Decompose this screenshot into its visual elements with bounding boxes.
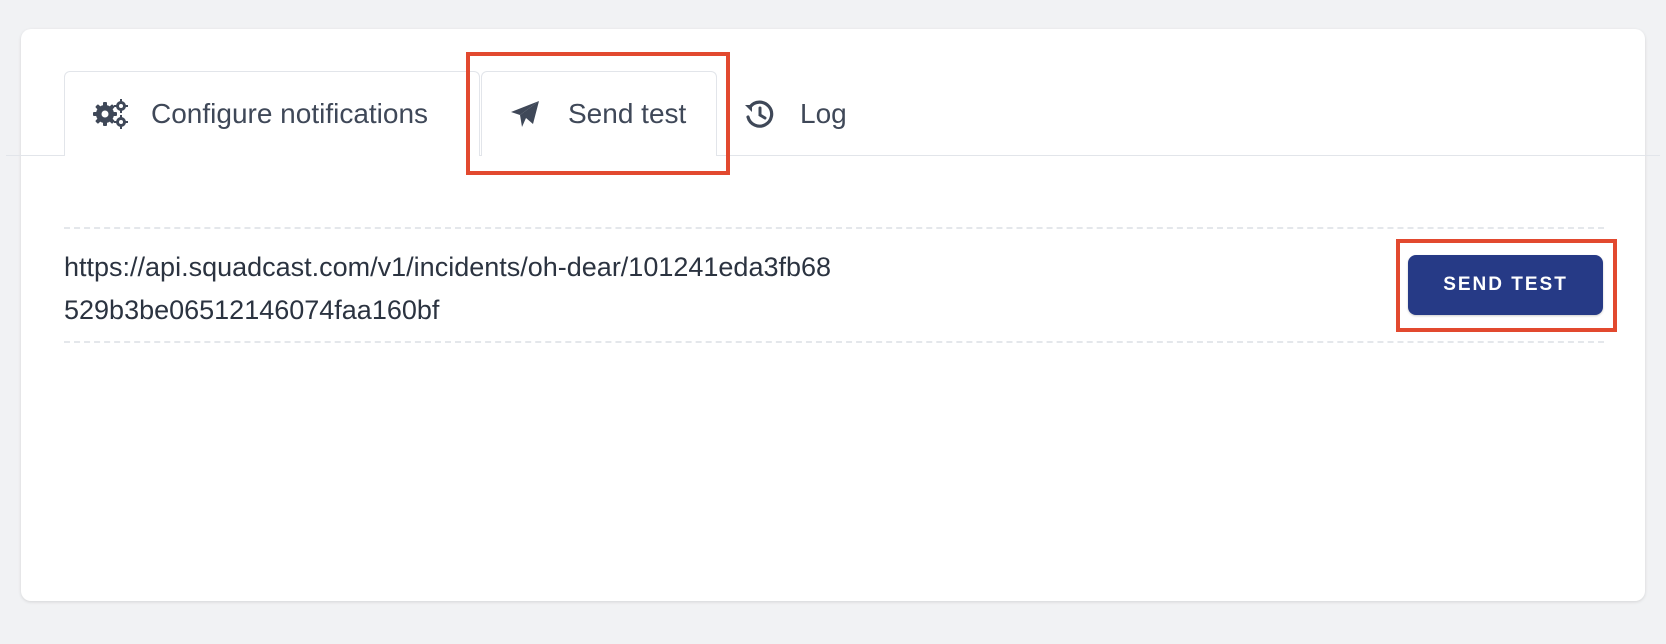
tab-log[interactable]: Log: [740, 71, 870, 156]
tab-label: Log: [800, 97, 847, 129]
gears-icon: [93, 98, 133, 130]
tab-label: Send test: [568, 98, 687, 129]
endpoint-url: https://api.squadcast.com/v1/incidents/o…: [64, 252, 832, 325]
tab-label: Configure notifications: [151, 98, 429, 129]
paper-plane-icon: [510, 98, 550, 130]
tab-send-test[interactable]: Send test: [481, 71, 717, 156]
row-divider-top: [64, 227, 1604, 229]
history-icon: [744, 98, 784, 130]
row-divider-bottom: [64, 341, 1604, 343]
send-test-button[interactable]: SEND TEST: [1408, 255, 1603, 315]
tab-configure-notifications[interactable]: Configure notifications: [64, 71, 480, 156]
